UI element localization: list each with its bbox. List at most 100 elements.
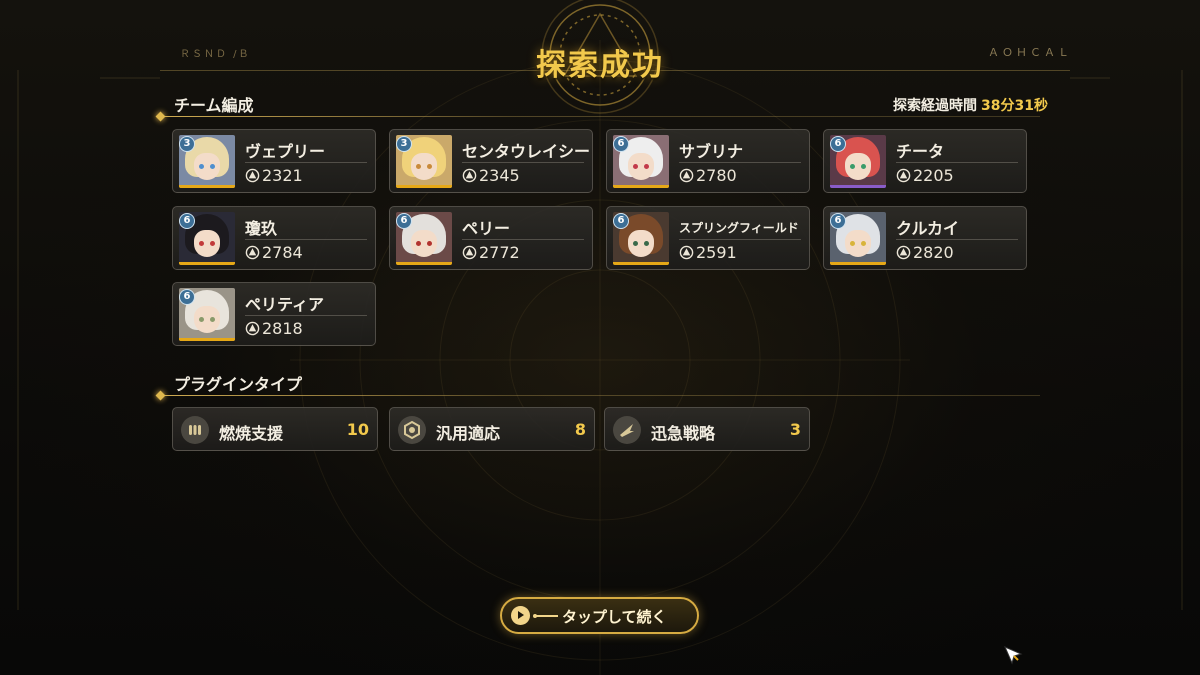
power-value: 2345 bbox=[462, 166, 520, 185]
level-badge: 6 bbox=[830, 136, 846, 152]
plugin-section-title: プラグインタイプ bbox=[174, 375, 303, 394]
level-badge: 6 bbox=[396, 213, 412, 229]
character-card[interactable]: 6 サブリナ 2780 bbox=[606, 129, 810, 193]
exploration-time-value: 38分31秒 bbox=[981, 98, 1048, 114]
power-number: 2345 bbox=[479, 166, 520, 185]
level-badge: 3 bbox=[396, 136, 412, 152]
character-card[interactable]: 3 センタウレイシー 2345 bbox=[389, 129, 593, 193]
exploration-time: 探索経過時間 38分31秒 bbox=[893, 95, 1048, 115]
card-divider bbox=[245, 239, 367, 240]
rarity-bar bbox=[830, 185, 886, 188]
card-divider bbox=[896, 239, 1018, 240]
portrait-face bbox=[411, 230, 437, 257]
character-name: ヴェプリー bbox=[245, 142, 326, 161]
portrait-eye bbox=[427, 164, 432, 169]
level-badge: 6 bbox=[179, 289, 195, 305]
character-name: センタウレイシー bbox=[462, 142, 591, 161]
portrait-eye bbox=[210, 317, 215, 322]
power-number: 2772 bbox=[479, 243, 520, 262]
power-icon bbox=[245, 321, 260, 336]
plugin-card-swift-strategy: 迅急戦略 3 bbox=[604, 407, 810, 451]
power-icon bbox=[462, 168, 477, 183]
portrait-face bbox=[194, 306, 220, 333]
portrait-eye bbox=[210, 164, 215, 169]
power-value: 2818 bbox=[245, 319, 303, 338]
portrait-face bbox=[411, 153, 437, 180]
character-name: ペリー bbox=[462, 219, 511, 238]
character-card[interactable]: 6 クルカイ 2820 bbox=[823, 206, 1027, 270]
power-value: 2784 bbox=[245, 243, 303, 262]
power-number: 2818 bbox=[262, 319, 303, 338]
portrait-face bbox=[194, 153, 220, 180]
card-divider bbox=[679, 162, 801, 163]
card-divider bbox=[896, 162, 1018, 163]
ammo-icon bbox=[181, 416, 209, 444]
character-card[interactable]: 6 チータ 2205 bbox=[823, 129, 1027, 193]
character-card[interactable]: 6 スプリングフィールド 2591 bbox=[606, 206, 810, 270]
power-value: 2780 bbox=[679, 166, 737, 185]
rarity-bar bbox=[179, 185, 235, 188]
portrait-eye bbox=[644, 241, 649, 246]
character-name: チータ bbox=[896, 142, 945, 161]
character-card[interactable]: 6 ペリティア 2818 bbox=[172, 282, 376, 346]
wing-icon bbox=[613, 416, 641, 444]
character-card[interactable]: 6 瓊玖 2784 bbox=[172, 206, 376, 270]
character-card[interactable]: 6 ペリー 2772 bbox=[389, 206, 593, 270]
power-value: 2591 bbox=[679, 243, 737, 262]
power-icon bbox=[896, 245, 911, 260]
hexagon-icon bbox=[398, 416, 426, 444]
portrait-eye bbox=[644, 164, 649, 169]
portrait-face bbox=[628, 230, 654, 257]
power-icon bbox=[245, 168, 260, 183]
rarity-bar bbox=[830, 262, 886, 265]
portrait-eye bbox=[427, 241, 432, 246]
plugin-card-burn-support: 燃焼支援 10 bbox=[172, 407, 378, 451]
portrait-eye bbox=[199, 317, 204, 322]
power-icon bbox=[896, 168, 911, 183]
plugin-label: 迅急戦略 bbox=[651, 424, 716, 443]
power-icon bbox=[245, 245, 260, 260]
power-number: 2780 bbox=[696, 166, 737, 185]
level-badge: 6 bbox=[179, 213, 195, 229]
level-badge: 3 bbox=[179, 136, 195, 152]
character-card[interactable]: 3 ヴェプリー 2321 bbox=[172, 129, 376, 193]
plugin-count: 8 bbox=[574, 420, 586, 439]
card-divider bbox=[679, 239, 801, 240]
portrait-eye bbox=[633, 241, 638, 246]
character-name: サブリナ bbox=[679, 142, 744, 161]
card-divider bbox=[462, 239, 584, 240]
power-value: 2205 bbox=[896, 166, 954, 185]
portrait-face bbox=[628, 153, 654, 180]
plugin-card-general-adapt: 汎用適応 8 bbox=[389, 407, 595, 451]
card-divider bbox=[245, 315, 367, 316]
portrait-eye bbox=[861, 241, 866, 246]
power-number: 2820 bbox=[913, 243, 954, 262]
power-icon bbox=[462, 245, 477, 260]
continue-button[interactable]: タップして続く bbox=[500, 597, 699, 634]
arrow-line-icon bbox=[533, 614, 558, 618]
cursor-icon bbox=[1004, 646, 1023, 665]
power-number: 2784 bbox=[262, 243, 303, 262]
power-number: 2321 bbox=[262, 166, 303, 185]
level-badge: 6 bbox=[613, 136, 629, 152]
portrait-face bbox=[845, 230, 871, 257]
character-name: クルカイ bbox=[896, 219, 960, 238]
portrait-eye bbox=[861, 164, 866, 169]
character-name: スプリングフィールド bbox=[679, 221, 799, 235]
rarity-bar bbox=[396, 185, 452, 188]
portrait-face bbox=[194, 230, 220, 257]
portrait-eye bbox=[199, 241, 204, 246]
power-icon bbox=[679, 245, 694, 260]
play-icon bbox=[511, 606, 530, 625]
power-value: 2321 bbox=[245, 166, 303, 185]
team-section-title: チーム編成 bbox=[174, 96, 254, 115]
plugin-label: 燃焼支援 bbox=[219, 424, 284, 443]
plugin-count: 10 bbox=[346, 420, 369, 439]
portrait-eye bbox=[416, 164, 421, 169]
level-badge: 6 bbox=[613, 213, 629, 229]
plugin-label: 汎用適応 bbox=[436, 424, 501, 443]
power-value: 2772 bbox=[462, 243, 520, 262]
rarity-bar bbox=[179, 338, 235, 341]
power-number: 2205 bbox=[913, 166, 954, 185]
portrait-eye bbox=[633, 164, 638, 169]
